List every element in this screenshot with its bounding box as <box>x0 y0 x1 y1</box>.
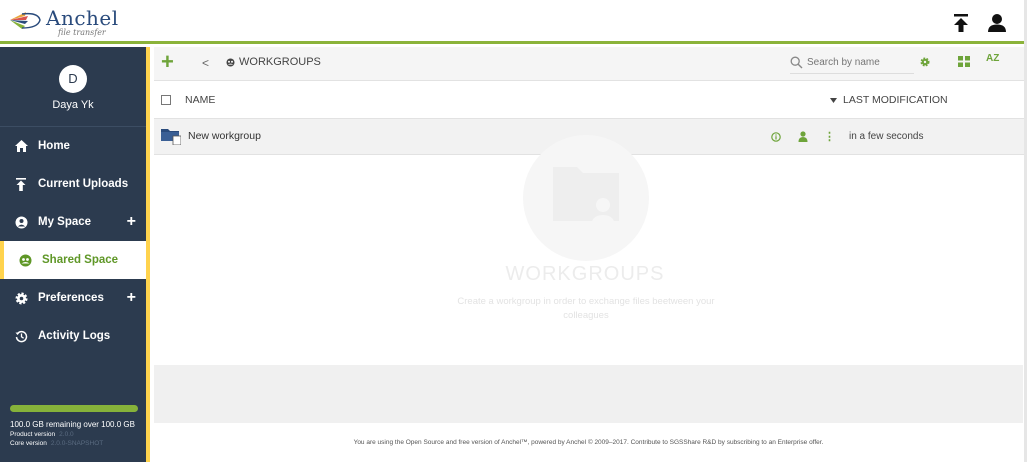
sidebar-item-label: Current Uploads <box>38 178 129 190</box>
user-icon[interactable] <box>986 12 1008 34</box>
search-box[interactable] <box>790 52 914 74</box>
storage-text: 100.0 GB remaining over 100.0 GB <box>10 420 135 429</box>
sidebar-item-label: Preferences <box>38 292 104 304</box>
info-icon[interactable] <box>771 132 781 142</box>
sidebar-item-label: Shared Space <box>42 254 119 266</box>
workgroup-folder-icon <box>161 129 181 145</box>
select-all-checkbox[interactable] <box>161 95 171 105</box>
top-bar: Anchel file transfer <box>0 0 1027 44</box>
shared-icon <box>18 253 32 267</box>
workgroup-name[interactable]: New workgroup <box>188 130 261 142</box>
add-button[interactable]: + <box>161 50 174 74</box>
content-footer-band <box>154 365 1023 423</box>
user-name: Daya Yk <box>52 99 94 111</box>
search-input[interactable] <box>807 57 903 68</box>
storage-quota: 100.0 GB remaining over 100.0 GB Product… <box>10 405 138 448</box>
logo-fan-icon <box>10 12 41 29</box>
sort-desc-icon <box>830 97 837 103</box>
history-icon <box>14 329 28 343</box>
column-name-header[interactable]: NAME <box>185 94 215 106</box>
empty-state-folder-icon <box>523 135 649 261</box>
gear-icon <box>14 291 28 305</box>
sidebar: D Daya Yk Home Current Uploads My Space … <box>0 47 150 462</box>
more-options-icon[interactable]: ⋮ <box>824 130 835 143</box>
sidebar-item-label: Home <box>38 140 70 152</box>
upload-icon[interactable] <box>950 12 972 34</box>
storage-progress-bar <box>10 405 138 412</box>
empty-state-subtitle: Create a workgroup in order to exchange … <box>457 296 715 321</box>
sidebar-item-current-uploads[interactable]: Current Uploads <box>0 165 146 203</box>
sort-az-button[interactable]: AZ <box>986 53 999 64</box>
upload-icon <box>14 177 28 191</box>
home-icon <box>14 139 28 153</box>
user-circle-icon <box>14 215 28 229</box>
sidebar-item-home[interactable]: Home <box>0 127 146 165</box>
product-version: Product version 2.0.0 <box>10 431 74 438</box>
logo-name: Anchel <box>46 6 119 30</box>
sidebar-item-preferences[interactable]: Preferences + <box>0 279 146 317</box>
search-icon <box>790 56 803 69</box>
column-last-modification-header[interactable]: LAST MODIFICATION <box>830 94 948 106</box>
expand-plus-icon[interactable]: + <box>127 289 136 307</box>
search-settings-icon[interactable] <box>920 57 930 67</box>
sidebar-item-my-space[interactable]: My Space + <box>0 203 146 241</box>
toolbar: + < WORKGROUPS AZ <box>154 47 1027 81</box>
last-modification-value: in a few seconds <box>849 131 924 142</box>
table-header: NAME LAST MODIFICATION <box>154 81 1027 119</box>
sidebar-item-label: Activity Logs <box>38 330 111 342</box>
back-button[interactable]: < <box>202 56 209 70</box>
breadcrumb[interactable]: WORKGROUPS <box>226 56 321 68</box>
grid-view-icon[interactable] <box>958 56 970 67</box>
empty-state: WORKGROUPS Create a workgroup in order t… <box>154 135 1027 365</box>
user-profile: D Daya Yk <box>0 47 146 127</box>
avatar[interactable]: D <box>59 65 87 93</box>
sidebar-item-label: My Space <box>38 216 92 228</box>
sidebar-item-activity-logs[interactable]: Activity Logs <box>0 317 146 355</box>
core-version: Core version 2.0.0-SNAPSHOT <box>10 440 104 447</box>
breadcrumb-label: WORKGROUPS <box>239 56 321 68</box>
logo-tagline: file transfer <box>58 28 106 37</box>
workgroup-icon <box>226 58 235 67</box>
members-icon[interactable] <box>798 131 808 142</box>
expand-plus-icon[interactable]: + <box>127 213 136 231</box>
sidebar-item-shared-space[interactable]: Shared Space <box>0 241 146 279</box>
footer-text: You are using the Open Source and free v… <box>353 439 824 446</box>
app-logo[interactable]: Anchel file transfer <box>8 8 119 37</box>
main-content: + < WORKGROUPS AZ NAME LAST MODIFICATION… <box>154 47 1027 462</box>
empty-state-title: WORKGROUPS <box>505 263 665 285</box>
